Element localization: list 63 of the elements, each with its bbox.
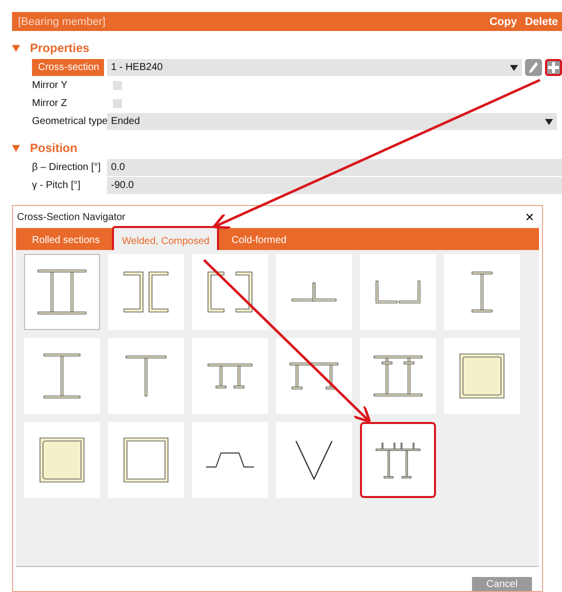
section-tile[interactable] [24, 254, 100, 330]
section-title: Position [30, 141, 78, 155]
property-label: Mirror Y [32, 79, 68, 93]
section-tile[interactable] [192, 254, 268, 330]
panel-title: [Bearing member] [18, 16, 106, 28]
cross-section-icon [471, 271, 493, 313]
close-button[interactable]: × [525, 210, 534, 224]
cross-section-icon [207, 363, 253, 389]
section-tile[interactable] [360, 422, 436, 498]
section-tile[interactable] [108, 422, 184, 498]
section-tile[interactable] [360, 254, 436, 330]
cross-section-icon [457, 353, 507, 399]
tab[interactable]: Cold-formed [223, 230, 294, 250]
cross-section-icon [43, 353, 81, 399]
section-tile[interactable] [276, 254, 352, 330]
add-button[interactable] [545, 59, 562, 76]
pencil-icon [529, 62, 538, 73]
section-tile[interactable] [108, 338, 184, 414]
expand-triangle-icon[interactable] [12, 44, 20, 52]
dropdown-caret-icon[interactable] [510, 64, 518, 70]
section-tile[interactable] [444, 338, 520, 414]
cross-section-icon [289, 362, 339, 390]
tab[interactable]: Rolled sections [24, 230, 108, 250]
cross-section-icon [125, 355, 167, 397]
input-field[interactable]: 0.0 [107, 159, 562, 176]
cross-section-icon [375, 442, 421, 478]
cross-section-icon [375, 280, 421, 304]
section-tile[interactable] [108, 254, 184, 330]
checkbox[interactable] [113, 98, 122, 108]
cross-section-icon [205, 269, 255, 315]
cross-section-icon [205, 452, 255, 468]
section-title: Properties [30, 41, 90, 55]
section-tile[interactable] [192, 422, 268, 498]
input-field[interactable]: -90.0 [107, 177, 562, 194]
cross-section-icon [121, 437, 171, 483]
section-tile[interactable] [276, 422, 352, 498]
header-action[interactable]: Copy [489, 16, 517, 28]
property-label: Mirror Z [32, 97, 68, 111]
cross-section-icon [37, 437, 87, 483]
dropdown-caret-icon[interactable] [545, 118, 553, 124]
section-tile[interactable] [24, 338, 100, 414]
dialog-title: Cross-Section Navigator [17, 212, 126, 222]
cross-section-icon [121, 269, 171, 315]
property-label: β – Direction [°] [32, 161, 102, 175]
section-tile[interactable] [444, 254, 520, 330]
property-label: Cross-section [32, 59, 104, 76]
section-tile[interactable] [276, 338, 352, 414]
dropdown-field[interactable]: Ended [107, 113, 557, 130]
plus-icon [548, 62, 559, 73]
edit-button[interactable] [525, 59, 542, 76]
cross-section-icon [295, 440, 333, 480]
cancel-button[interactable]: Cancel [472, 577, 532, 591]
cross-section-icon [37, 269, 87, 315]
cross-section-icon [291, 282, 337, 302]
checkbox[interactable] [113, 80, 122, 90]
cross-section-icon [373, 353, 423, 399]
property-label: γ - Pitch [°] [32, 179, 82, 193]
section-tile[interactable] [192, 338, 268, 414]
header-action[interactable]: Delete [524, 16, 558, 28]
dropdown-field[interactable]: 1 - HEB240 [107, 59, 522, 76]
section-tile[interactable] [24, 422, 100, 498]
section-tile[interactable] [360, 338, 436, 414]
expand-triangle-icon[interactable] [12, 144, 20, 152]
